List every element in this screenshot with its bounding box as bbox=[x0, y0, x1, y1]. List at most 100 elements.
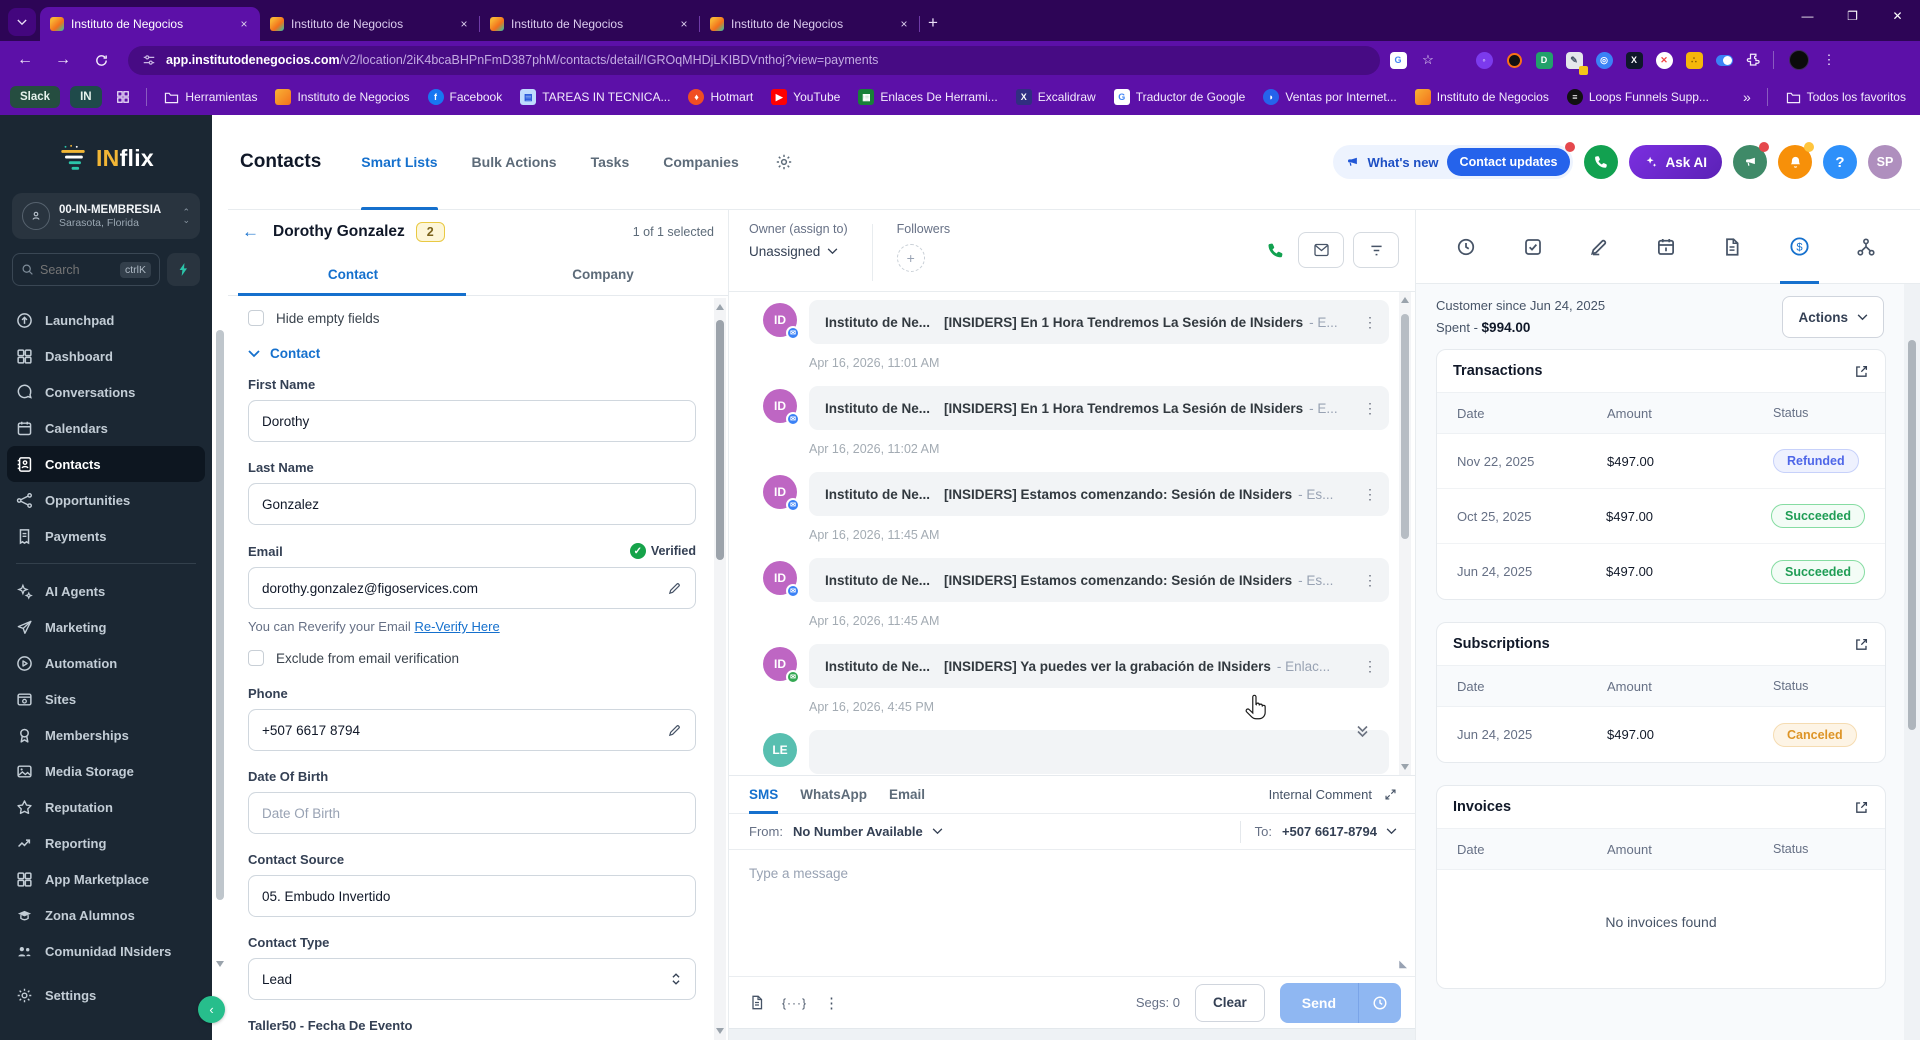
bookmark-herramientas[interactable]: Herramientas bbox=[164, 90, 257, 104]
new-tab-button[interactable]: + bbox=[928, 13, 938, 33]
close-window-button[interactable]: ✕ bbox=[1875, 0, 1920, 32]
browser-tab[interactable]: Instituto de Negocios × bbox=[40, 7, 260, 41]
tab-company[interactable]: Company bbox=[478, 254, 728, 295]
sidebar-item-app-marketplace[interactable]: App Marketplace bbox=[0, 861, 212, 897]
tab-search-button[interactable] bbox=[8, 8, 36, 36]
contact-section-toggle[interactable]: Contact bbox=[248, 346, 696, 361]
sidebar-item-sites[interactable]: Sites bbox=[0, 681, 212, 717]
browser-tab[interactable]: Instituto de Negocios × bbox=[700, 7, 920, 41]
bookmark-hotmart[interactable]: ♦ Hotmart bbox=[688, 89, 753, 105]
bookmark-enlaces[interactable]: ▦ Enlaces De Herrami... bbox=[858, 89, 998, 105]
bookmark-star-icon[interactable]: ☆ bbox=[1416, 48, 1440, 72]
collapse-icon[interactable] bbox=[1384, 788, 1397, 801]
message-menu-icon[interactable]: ⋮ bbox=[1355, 486, 1377, 503]
phone-button[interactable] bbox=[1584, 145, 1619, 179]
email-button[interactable] bbox=[1298, 232, 1344, 268]
scrollbar-thumb[interactable] bbox=[1401, 314, 1409, 539]
tab-group-in[interactable]: IN bbox=[70, 86, 102, 108]
sidebar-item-ai-agents[interactable]: AI Agents bbox=[0, 573, 212, 609]
bookmark-facebook[interactable]: f Facebook bbox=[427, 89, 502, 105]
contact-panel-scrollbar[interactable] bbox=[714, 298, 726, 1040]
table-row[interactable]: Jun 24, 2025 $497.00 Succeeded bbox=[1437, 544, 1885, 599]
apps-grid-icon[interactable] bbox=[116, 90, 130, 104]
settings-gear-icon[interactable] bbox=[775, 153, 793, 171]
reload-button[interactable] bbox=[88, 47, 114, 73]
filter-button[interactable] bbox=[1353, 232, 1399, 268]
contact-type-select[interactable]: Lead bbox=[248, 958, 696, 1000]
more-options-icon[interactable]: ⋮ bbox=[824, 994, 839, 1012]
associations-icon[interactable] bbox=[1856, 210, 1876, 284]
internal-comment-label[interactable]: Internal Comment bbox=[1269, 787, 1372, 802]
minimize-button[interactable]: — bbox=[1785, 0, 1830, 32]
sidebar-item-automation[interactable]: Automation bbox=[0, 645, 212, 681]
sidebar-item-zona-alumnos[interactable]: Zona Alumnos bbox=[0, 897, 212, 933]
extension-tag-icon[interactable]: ◎ bbox=[1592, 48, 1616, 72]
message-menu-icon[interactable]: ⋮ bbox=[1355, 572, 1377, 589]
table-row[interactable]: Nov 22, 2025 $497.00 Refunded bbox=[1437, 434, 1885, 489]
owner-block[interactable]: Owner (assign to) Unassigned bbox=[749, 222, 848, 291]
scrollbar-thumb[interactable] bbox=[716, 320, 724, 560]
message-menu-icon[interactable]: ⋮ bbox=[1355, 400, 1377, 417]
browser-tab[interactable]: Instituto de Negocios × bbox=[480, 7, 700, 41]
tab-companies[interactable]: Companies bbox=[663, 115, 738, 210]
message-item[interactable]: Instituto de Ne... [INSIDERS] En 1 Hora … bbox=[809, 300, 1389, 344]
bookmarks-overflow-icon[interactable]: » bbox=[1743, 89, 1751, 105]
edit-pencil-icon[interactable] bbox=[667, 581, 682, 596]
clear-button[interactable]: Clear bbox=[1194, 983, 1265, 1022]
back-arrow-icon[interactable]: ← bbox=[242, 222, 259, 242]
help-button[interactable]: ? bbox=[1823, 145, 1857, 179]
actions-button[interactable]: Actions bbox=[1782, 296, 1884, 338]
external-link-icon[interactable] bbox=[1854, 364, 1869, 379]
extension-loom-icon[interactable] bbox=[1502, 48, 1526, 72]
tab-group-slack[interactable]: Slack bbox=[10, 86, 61, 108]
forward-button[interactable]: → bbox=[50, 47, 76, 73]
first-name-field[interactable] bbox=[262, 413, 682, 429]
sidebar-item-calendars[interactable]: Calendars bbox=[0, 410, 212, 446]
sidebar-item-marketing[interactable]: Marketing bbox=[0, 609, 212, 645]
contact-updates-button[interactable]: Contact updates bbox=[1446, 148, 1571, 176]
message-input[interactable] bbox=[729, 850, 1415, 976]
bookmark-ventas[interactable]: ◗ Ventas por Internet... bbox=[1263, 89, 1397, 105]
tab-close-icon[interactable]: × bbox=[236, 16, 252, 32]
phone-field[interactable] bbox=[262, 722, 667, 738]
composer-tab-sms[interactable]: SMS bbox=[749, 776, 779, 814]
browser-menu-icon[interactable]: ⋮ bbox=[1817, 48, 1841, 72]
tab-bulk-actions[interactable]: Bulk Actions bbox=[472, 115, 557, 210]
table-row[interactable]: Jun 24, 2025 $497.00 Canceled bbox=[1437, 707, 1885, 762]
message-item[interactable]: Instituto de Ne... [INSIDERS] Estamos co… bbox=[809, 558, 1389, 602]
payments-tab-icon[interactable]: $ bbox=[1779, 210, 1819, 284]
bookmark-excalidraw[interactable]: X Excalidraw bbox=[1015, 89, 1096, 105]
resize-handle[interactable]: ◢ bbox=[1398, 961, 1409, 969]
bookmark-loops[interactable]: ≡ Loops Funnels Supp... bbox=[1566, 89, 1709, 105]
extension-x-icon[interactable]: X bbox=[1622, 48, 1646, 72]
bookmark-instituto-2[interactable]: Instituto de Negocios bbox=[1414, 89, 1549, 105]
sidebar-item-settings[interactable]: Settings bbox=[0, 977, 212, 1013]
address-bar[interactable]: app.institutodenegocios.com/v2/location/… bbox=[128, 45, 1380, 75]
send-button-group[interactable]: Send bbox=[1279, 982, 1401, 1023]
reverify-link[interactable]: Re-Verify Here bbox=[414, 619, 499, 634]
message-item[interactable]: Instituto de Ne... [INSIDERS] En 1 Hora … bbox=[809, 386, 1389, 430]
tab-tasks[interactable]: Tasks bbox=[591, 115, 630, 210]
extension-blocker-icon[interactable]: ✕ bbox=[1652, 48, 1676, 72]
bookmark-traductor[interactable]: G Traductor de Google bbox=[1113, 89, 1245, 105]
payments-scrollbar[interactable] bbox=[1904, 284, 1920, 1040]
user-avatar[interactable]: SP bbox=[1868, 145, 1902, 179]
contact-source-field[interactable] bbox=[262, 888, 682, 904]
from-select[interactable]: No Number Available bbox=[793, 824, 943, 839]
owner-value[interactable]: Unassigned bbox=[749, 244, 848, 259]
tab-contact[interactable]: Contact bbox=[228, 254, 478, 296]
bookmark-youtube[interactable]: ▶ YouTube bbox=[771, 89, 840, 105]
extension-dino-icon[interactable]: D bbox=[1532, 48, 1556, 72]
extension-colorpick-icon[interactable]: ✎ bbox=[1562, 48, 1588, 75]
announcements-button[interactable] bbox=[1733, 142, 1769, 179]
sidebar-item-contacts[interactable]: Contacts bbox=[7, 446, 205, 482]
feed-scrollbar[interactable] bbox=[1399, 292, 1411, 775]
dob-field[interactable] bbox=[262, 805, 682, 821]
activity-history-icon[interactable] bbox=[1456, 210, 1476, 284]
quick-actions-button[interactable] bbox=[167, 253, 200, 286]
extension-toggle-icon[interactable] bbox=[1712, 48, 1736, 72]
sidebar-scrollbar[interactable]: ‹ bbox=[198, 115, 228, 1040]
external-link-icon[interactable] bbox=[1854, 637, 1869, 652]
bookmark-instituto[interactable]: Instituto de Negocios bbox=[275, 89, 410, 105]
documents-icon[interactable] bbox=[1722, 210, 1742, 284]
